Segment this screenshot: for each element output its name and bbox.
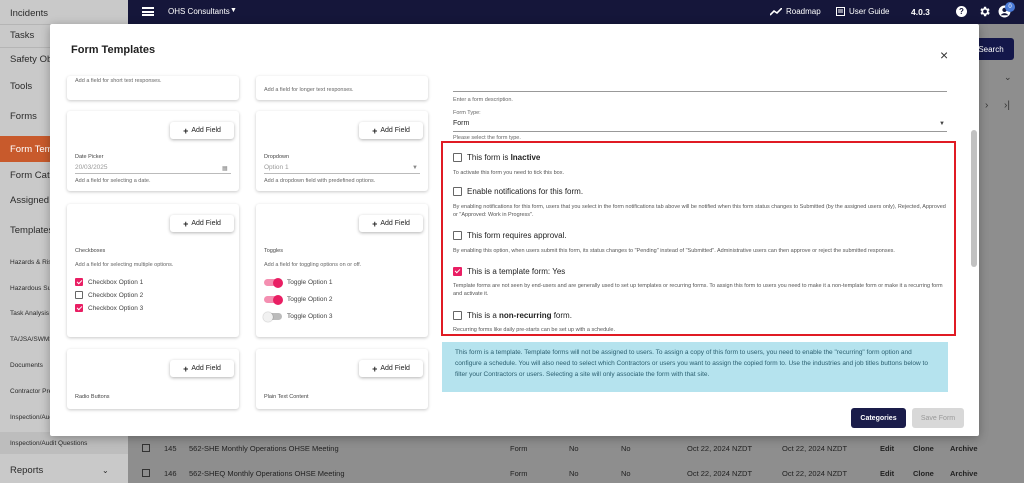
chevron-down-icon[interactable]: ▼	[230, 7, 237, 14]
calendar-icon[interactable]: ▦	[222, 165, 228, 172]
row-checkbox[interactable]	[142, 444, 150, 452]
edit-link[interactable]: Edit	[880, 444, 894, 453]
user-guide-icon	[836, 7, 845, 16]
roadmap-link[interactable]: Roadmap	[770, 7, 821, 16]
toggle-switch-off[interactable]	[263, 311, 282, 322]
toggle-switch-on[interactable]	[264, 277, 283, 288]
toggle-switch-on[interactable]	[264, 294, 283, 305]
categories-button[interactable]: Categories	[851, 408, 906, 428]
help-icon[interactable]: ?	[956, 6, 967, 17]
plus-icon: +	[372, 218, 378, 229]
checkbox-unchecked[interactable]	[453, 311, 462, 320]
recurring-option[interactable]: This is a non-recurring form.	[453, 311, 572, 320]
modal-title: Form Templates	[71, 44, 156, 56]
row-checkbox[interactable]	[142, 469, 150, 477]
chevron-down-icon[interactable]: ▼	[939, 121, 945, 127]
template-option[interactable]: This is a template form: Yes	[453, 267, 565, 276]
scrollbar-thumb[interactable]	[971, 130, 977, 267]
date-input[interactable]: 20/03/2025	[75, 164, 231, 174]
roadmap-icon	[770, 7, 782, 16]
user-guide-link[interactable]: User Guide	[836, 7, 889, 16]
save-form-button[interactable]: Save Form	[912, 408, 964, 428]
plus-icon: +	[183, 363, 189, 374]
template-info-box: This form is a template. Template forms …	[442, 342, 948, 392]
form-templates-modal: Form Templates × Add a field for short t…	[50, 24, 979, 436]
checkbox-unchecked[interactable]	[453, 153, 462, 162]
approval-option[interactable]: This form requires approval.	[453, 231, 567, 240]
short-text-card: Add a field for short text responses.	[67, 76, 239, 100]
top-bar: OHS Consultants ▼ Roadmap User Guide 4.0…	[128, 0, 1024, 24]
checkbox-checked[interactable]	[453, 267, 462, 276]
checkbox-checked[interactable]	[75, 304, 83, 312]
checkbox-unchecked[interactable]	[75, 291, 83, 299]
toggle-option[interactable]: Toggle Option 3	[263, 311, 333, 322]
radio-buttons-card: + Add Field Radio Buttons	[67, 349, 239, 409]
clone-link[interactable]: Clone	[913, 469, 934, 478]
notification-badge: 0	[1005, 2, 1015, 12]
checkbox-unchecked[interactable]	[453, 231, 462, 240]
date-picker-card: + Add Field Date Picker 20/03/2025 ▦ Add …	[67, 111, 239, 191]
plus-icon: +	[372, 125, 378, 136]
last-page-icon[interactable]: ›|	[1004, 100, 1010, 111]
table-row[interactable]: 146 562-SHEQ Monthly Operations OHSE Mee…	[128, 461, 1024, 483]
gear-icon[interactable]	[978, 5, 991, 18]
toggles-card: + Add Field Toggles Add a field for toggl…	[256, 204, 428, 337]
divider	[453, 131, 947, 132]
clone-link[interactable]: Clone	[913, 444, 934, 453]
checkbox-unchecked[interactable]	[453, 187, 462, 196]
sidebar-item-reports[interactable]: Reports ⌄	[0, 457, 128, 483]
notifications-option[interactable]: Enable notifications for this form.	[453, 187, 583, 196]
long-text-card: Add a field for longer text responses.	[256, 76, 428, 100]
plus-icon: +	[183, 125, 189, 136]
add-field-button[interactable]: + Add Field	[359, 122, 423, 139]
chevron-down-icon: ⌄	[102, 465, 109, 475]
archive-link[interactable]: Archive	[950, 469, 978, 478]
description-input[interactable]	[453, 91, 947, 92]
chevron-down-icon[interactable]: ⌄	[1004, 72, 1012, 83]
add-field-button[interactable]: + Add Field	[170, 122, 234, 139]
toggle-option[interactable]: Toggle Option 1	[264, 277, 333, 288]
table-row[interactable]: 145 562-SHE Monthly Operations OHSE Meet…	[128, 436, 1024, 460]
checkbox-option[interactable]: Checkbox Option 3	[75, 304, 143, 312]
checkboxes-card: + Add Field Checkboxes Add a field for se…	[67, 204, 239, 337]
inactive-option[interactable]: This form is Inactive	[453, 153, 540, 162]
toggle-option[interactable]: Toggle Option 2	[264, 294, 333, 305]
close-icon[interactable]: ×	[940, 48, 948, 62]
org-selector[interactable]: OHS Consultants	[168, 7, 230, 16]
add-field-button[interactable]: + Add Field	[170, 360, 234, 377]
add-field-button[interactable]: + Add Field	[170, 215, 234, 232]
add-field-button[interactable]: + Add Field	[359, 215, 423, 232]
form-type-select[interactable]: Form	[453, 120, 469, 127]
dropdown-card: + Add Field Dropdown Option 1 ▼ Add a dro…	[256, 111, 428, 191]
checkbox-checked[interactable]	[75, 278, 83, 286]
chevron-down-icon[interactable]: ▼	[412, 165, 418, 171]
checkbox-option[interactable]: Checkbox Option 2	[75, 291, 143, 299]
version-label: 4.0.3	[911, 7, 930, 17]
plus-icon: +	[372, 363, 378, 374]
dropdown-select[interactable]: Option 1	[264, 164, 420, 174]
plus-icon: +	[183, 218, 189, 229]
archive-link[interactable]: Archive	[950, 444, 978, 453]
next-page-icon[interactable]: ›	[985, 100, 988, 111]
menu-icon[interactable]	[142, 7, 154, 16]
plain-text-card: + Add Field Plain Text Content	[256, 349, 428, 409]
add-field-button[interactable]: + Add Field	[359, 360, 423, 377]
edit-link[interactable]: Edit	[880, 469, 894, 478]
checkbox-option[interactable]: Checkbox Option 1	[75, 278, 143, 286]
